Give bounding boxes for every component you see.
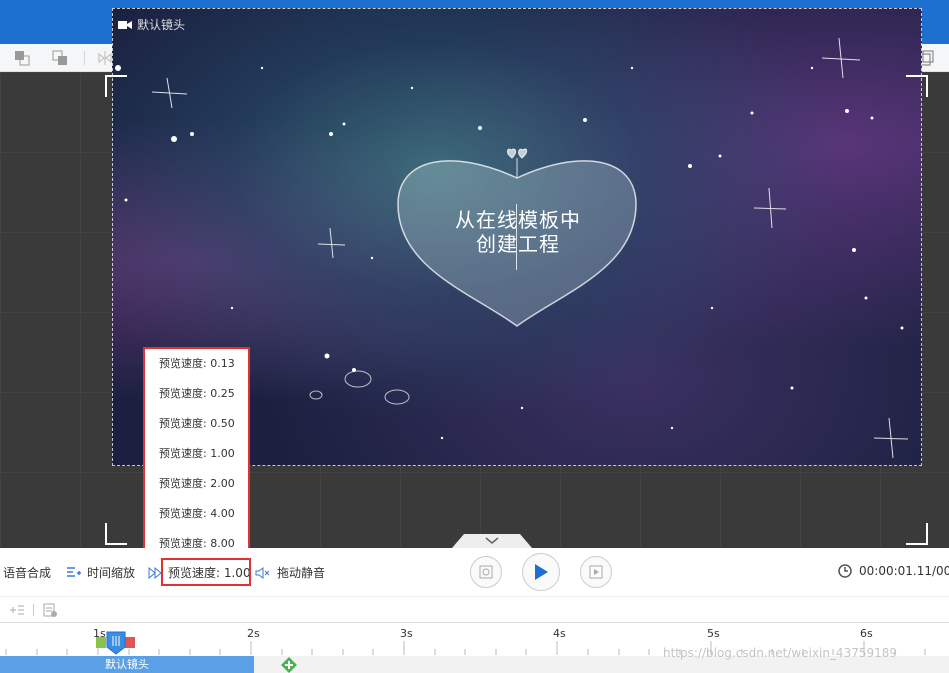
timecode-text: 00:00:01.11/00 [859, 564, 949, 578]
video-camera-icon [118, 20, 132, 29]
clip-label: 默认镜头 [105, 658, 149, 671]
play-button[interactable] [522, 553, 560, 591]
speed-option-0.25[interactable]: 预览速度: 0.25 [145, 379, 248, 409]
drag-mute-button[interactable]: 拖动静音 [255, 564, 325, 581]
mute-icon [255, 566, 270, 579]
frame-corner-bl [105, 523, 127, 545]
speed-option-2.00[interactable]: 预览速度: 2.00 [145, 469, 248, 499]
title-line-2: 创建工程 [476, 232, 560, 256]
play-icon [535, 564, 548, 580]
bring-forward-icon[interactable] [14, 50, 30, 66]
flip-horizontal-icon[interactable] [97, 50, 113, 66]
watermark-text: https://blog.csdn.net/weixin_43759189 [663, 646, 898, 660]
clock-icon [838, 564, 852, 578]
tick-label: 5s [707, 627, 720, 640]
speed-option-0.50[interactable]: 预览速度: 0.50 [145, 409, 248, 439]
title-line-1: 从在线模板中 [455, 208, 581, 232]
keyframe-green-marker[interactable] [96, 637, 106, 648]
fast-forward-icon [148, 566, 162, 579]
insert-track-icon[interactable] [9, 603, 25, 617]
playback-controls: 语音合成 时间缩放 预览速度: 1.00 拖动静音 00:00:01.11/00 [0, 548, 949, 596]
playhead-handle[interactable] [106, 631, 126, 655]
timecode-display: 00:00:01.11/00 [838, 564, 949, 578]
speed-highlight-box [161, 558, 251, 586]
time-zoom-icon [67, 566, 81, 577]
speed-option-0.13[interactable]: 预览速度: 0.13 [145, 349, 248, 379]
next-frame-icon [589, 565, 603, 579]
tts-label: 语音合成 [3, 566, 52, 580]
add-clip-icon[interactable] [280, 656, 298, 673]
tick-label: 4s [553, 627, 566, 640]
add-marker-icon[interactable] [42, 602, 58, 618]
send-backward-icon[interactable] [52, 50, 68, 66]
screenshot-icon [479, 565, 493, 579]
timeline-toolbar [0, 596, 949, 622]
camera-clip[interactable]: 默认镜头 [0, 656, 254, 673]
drag-mute-label: 拖动静音 [277, 566, 326, 580]
frame-corner-tr [906, 75, 928, 97]
tts-button[interactable]: 语音合成 [3, 564, 51, 581]
tick-label: 3s [400, 627, 413, 640]
frame-corner-br [906, 523, 928, 545]
tick-label: 6s [860, 627, 873, 640]
keyframe-red-marker[interactable] [125, 637, 135, 648]
collapse-panel-tab[interactable] [452, 532, 532, 548]
time-zoom-label: 时间缩放 [87, 566, 136, 580]
title-text[interactable]: 从在线模板中 创建工程 [418, 208, 618, 256]
speed-option-4.00[interactable]: 预览速度: 4.00 [145, 499, 248, 529]
camera-label: 默认镜头 [118, 16, 185, 33]
tick-label: 2s [247, 627, 260, 640]
screenshot-button[interactable] [470, 556, 502, 588]
preview-speed-menu: 预览速度: 0.13 预览速度: 0.25 预览速度: 0.50 预览速度: 1… [143, 347, 250, 557]
next-frame-button[interactable] [580, 556, 612, 588]
time-zoom-button[interactable]: 时间缩放 [66, 564, 135, 581]
speed-option-1.00[interactable]: 预览速度: 1.00 [145, 439, 248, 469]
frame-corner-tl [105, 75, 127, 97]
